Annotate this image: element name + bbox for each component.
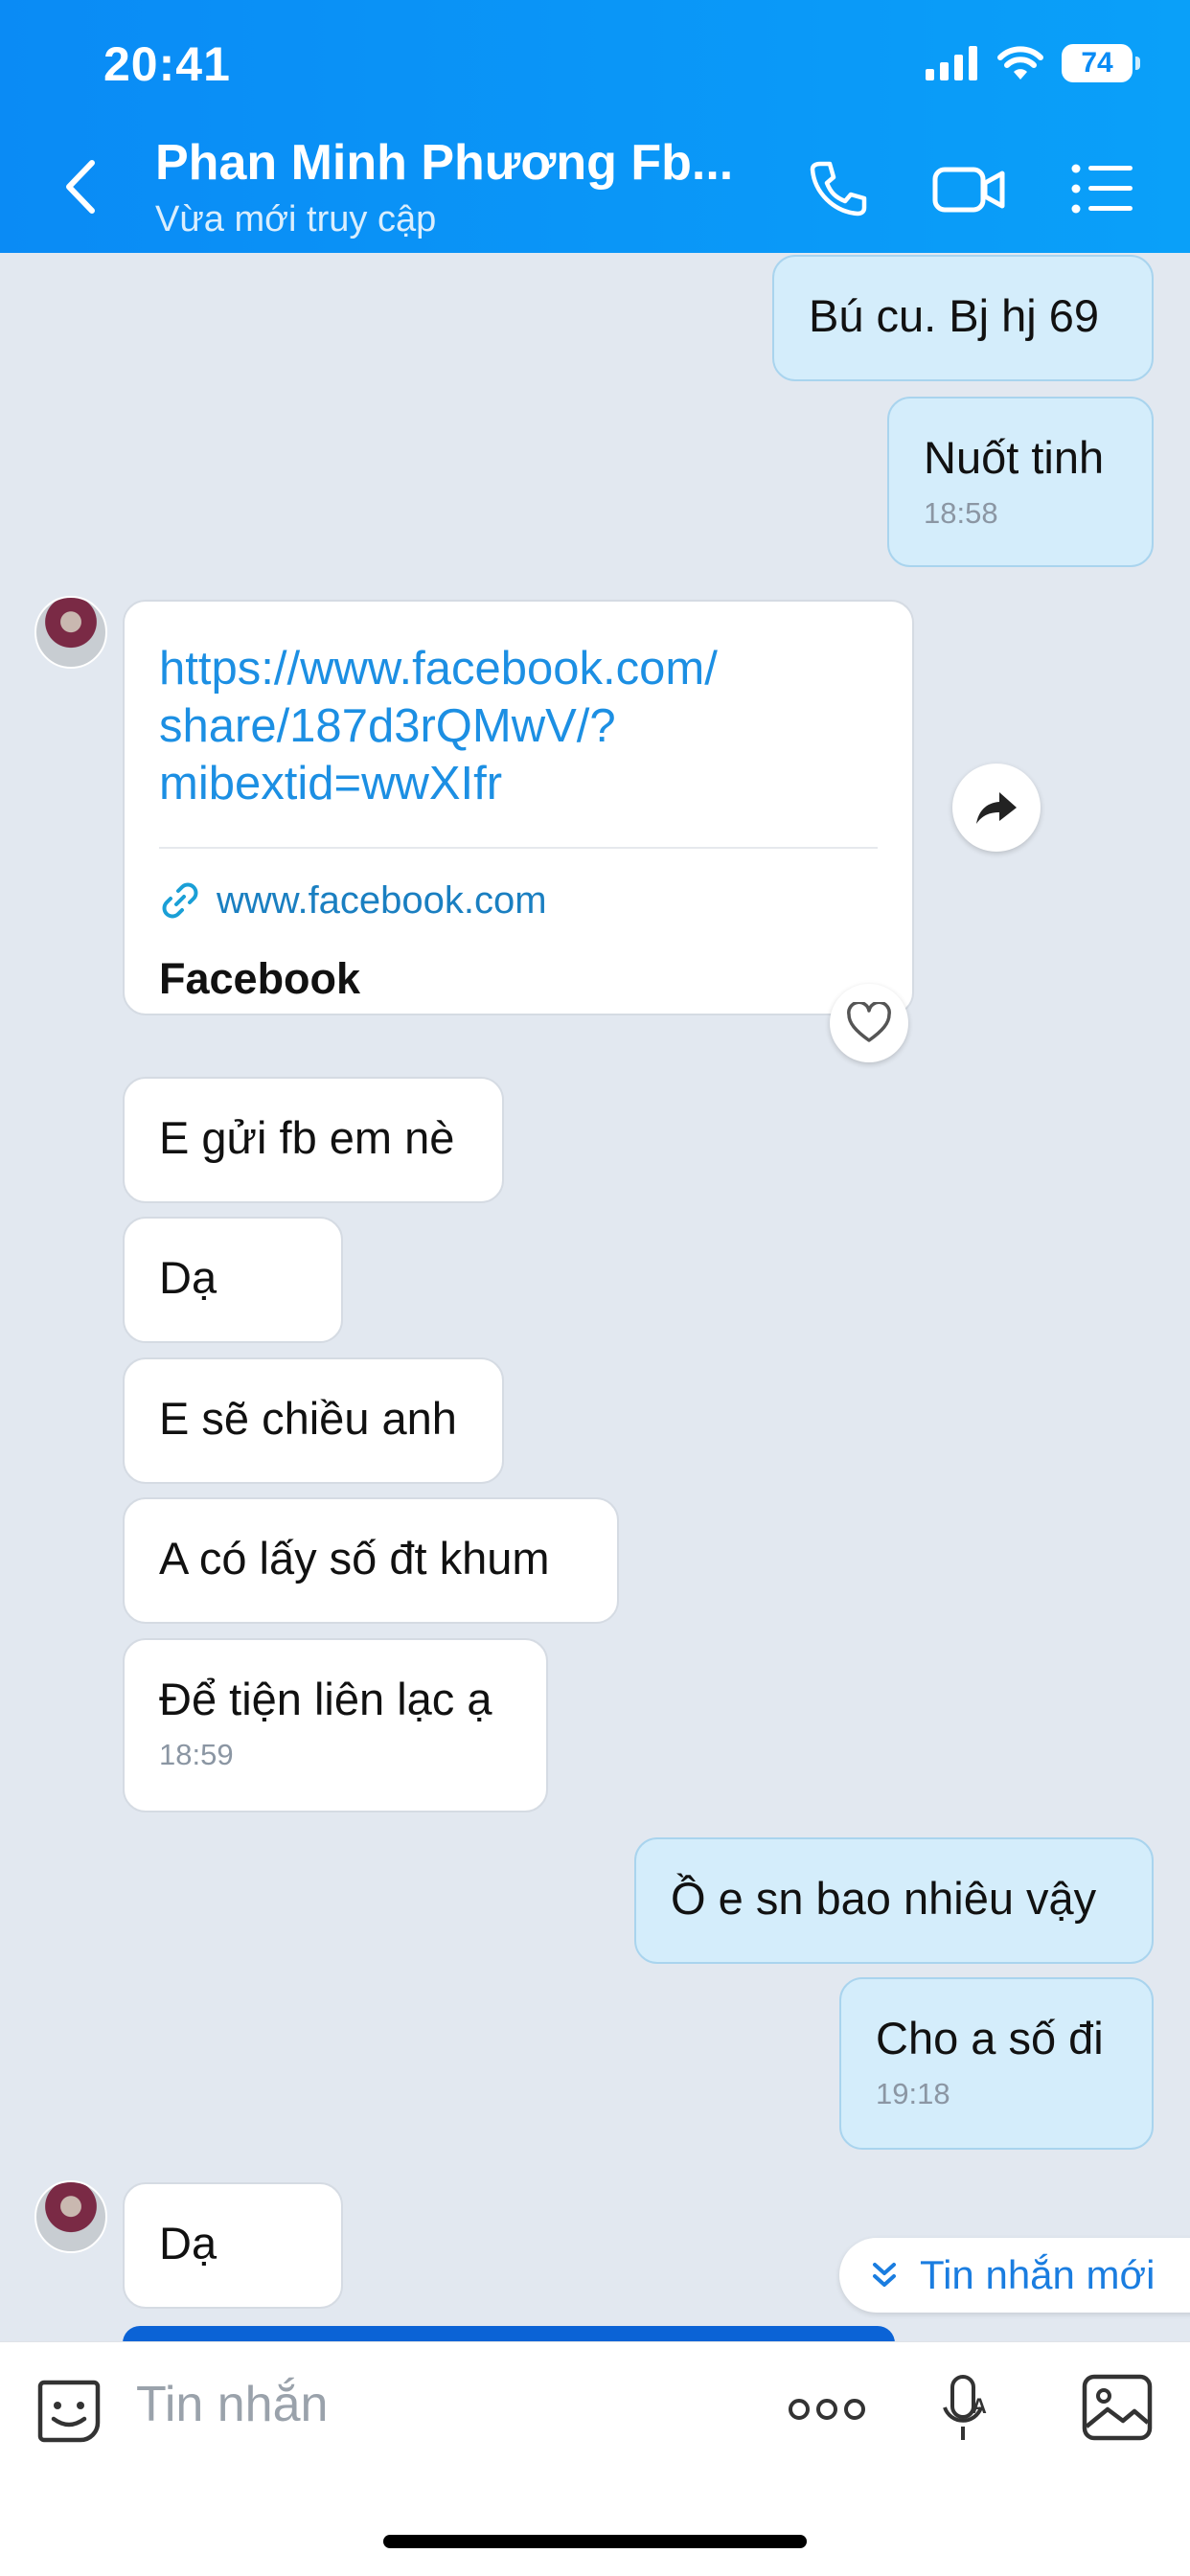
message-text: Dạ xyxy=(159,1252,217,1303)
message-time: 19:18 xyxy=(876,2077,950,2110)
home-indicator xyxy=(383,2535,807,2548)
share-arrow-icon xyxy=(976,792,1017,824)
heart-icon xyxy=(847,1002,891,1042)
message-bubble-sent[interactable]: Ồ e sn bao nhiêu vậy xyxy=(634,1837,1154,1964)
message-time: 18:58 xyxy=(924,496,998,530)
more-options-icon[interactable] xyxy=(788,2396,866,2423)
signal-icon xyxy=(926,46,977,80)
svg-text:A: A xyxy=(972,2394,987,2418)
message-text: Cho a số đi xyxy=(876,2013,1104,2063)
battery-icon: 74 xyxy=(1062,44,1140,82)
contact-name[interactable]: Phan Minh Phương Fb... xyxy=(155,134,733,192)
message-bubble-sent[interactable]: Bú cu. Bj hj 69 xyxy=(772,255,1154,381)
message-bubble-sent[interactable]: Nuốt tinh 18:58 xyxy=(887,397,1154,567)
link-domain-row: www.facebook.com xyxy=(159,874,878,927)
message-bubble-received[interactable]: Để tiện liên lạc ạ 18:59 xyxy=(123,1638,548,1812)
image-gallery-icon[interactable] xyxy=(1081,2373,1154,2442)
share-button[interactable] xyxy=(952,764,1041,852)
double-chevron-down-icon xyxy=(873,2263,896,2287)
message-text: E sẽ chiều anh xyxy=(159,1393,457,1444)
divider xyxy=(159,847,878,849)
link-icon xyxy=(162,882,198,919)
message-text: Ồ e sn bao nhiêu vậy xyxy=(671,1873,1097,1924)
message-text: A có lấy số đt khum xyxy=(159,1533,550,1584)
avatar[interactable] xyxy=(34,2180,107,2253)
message-bubble-sent[interactable]: Cho a số đi 19:18 xyxy=(839,1977,1154,2150)
message-bubble-received[interactable]: E gửi fb em nè xyxy=(123,1077,504,1203)
last-seen-status: Vừa mới truy cập xyxy=(155,199,437,239)
new-messages-label: Tin nhắn mới xyxy=(920,2252,1156,2297)
link-title: Facebook xyxy=(159,954,361,1003)
menu-list-icon[interactable] xyxy=(1071,163,1134,215)
voice-to-text-icon[interactable]: A xyxy=(939,2373,993,2451)
react-button[interactable] xyxy=(830,984,908,1062)
wifi-icon xyxy=(997,46,1043,80)
chat-header: 20:41 74 Phan Minh Phương Fb... Vừa mới … xyxy=(0,0,1190,253)
message-text: Bú cu. Bj hj 69 xyxy=(809,290,1100,341)
link-domain: www.facebook.com xyxy=(217,879,547,922)
video-camera-icon[interactable] xyxy=(931,158,1008,219)
new-messages-button[interactable]: Tin nhắn mới xyxy=(839,2238,1190,2313)
message-time: 18:59 xyxy=(159,1738,234,1771)
message-bubble-received[interactable]: Dạ xyxy=(123,1217,343,1343)
status-time: 20:41 xyxy=(103,37,231,91)
link-url[interactable]: https://www.facebook.com/ share/187d3rQM… xyxy=(159,640,878,812)
phone-icon[interactable] xyxy=(807,158,868,219)
sticker-icon[interactable] xyxy=(34,2377,103,2446)
message-text: Dạ xyxy=(159,2218,217,2268)
message-input[interactable]: Tin nhắn xyxy=(136,2376,328,2433)
link-preview-card[interactable]: https://www.facebook.com/ share/187d3rQM… xyxy=(123,600,914,1015)
message-bubble-received[interactable]: A có lấy số đt khum xyxy=(123,1497,619,1624)
message-bubble-received[interactable]: Dạ xyxy=(123,2182,343,2309)
message-text: Để tiện liên lạc ạ xyxy=(159,1674,492,1724)
message-bubble-received[interactable]: E sẽ chiều anh xyxy=(123,1357,504,1484)
status-icons: 74 xyxy=(926,42,1140,84)
back-chevron-icon[interactable] xyxy=(57,153,105,220)
message-text: E gửi fb em nè xyxy=(159,1112,455,1163)
message-text: Nuốt tinh xyxy=(924,432,1105,483)
avatar[interactable] xyxy=(34,596,107,669)
